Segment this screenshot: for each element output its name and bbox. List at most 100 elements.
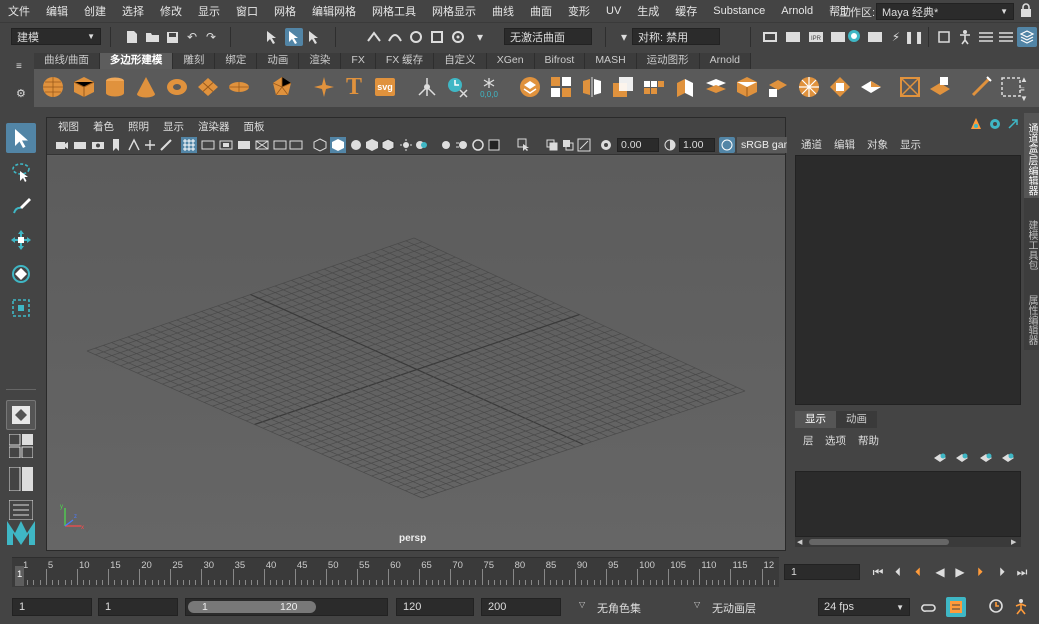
shelf-tab-mash[interactable]: MASH	[585, 53, 637, 69]
menu-surfaces[interactable]: 曲面	[522, 3, 560, 19]
resolution-gate-icon[interactable]	[219, 138, 233, 152]
screen-space-ao-icon[interactable]	[439, 138, 453, 152]
mode-select[interactable]: 建模 ▼	[11, 28, 101, 45]
depth-of-field-icon[interactable]	[487, 138, 501, 152]
render-frame-icon[interactable]	[785, 29, 801, 45]
step-back-frame-icon[interactable]: ⏴	[890, 564, 906, 580]
new-layer-icon[interactable]	[955, 452, 969, 464]
shelf-tab-arnold[interactable]: Arnold	[699, 53, 752, 69]
bevel-icon[interactable]	[734, 73, 760, 101]
shelf-tab-sculpting[interactable]: 雕刻	[173, 53, 216, 69]
svg-tool-icon[interactable]: svg	[372, 73, 398, 101]
wedge-icon[interactable]	[897, 73, 923, 101]
layer-list[interactable]	[795, 471, 1021, 537]
layer-menu-help[interactable]: 帮助	[858, 433, 879, 448]
snap-grid-icon[interactable]	[366, 29, 382, 45]
chevron-down-icon[interactable]: ▾	[616, 29, 632, 45]
move-tool-icon[interactable]	[6, 225, 36, 255]
play-backwards-icon[interactable]: ◀	[932, 564, 948, 580]
camera-icon[interactable]	[55, 138, 69, 152]
new-layer-selected-icon[interactable]	[933, 452, 947, 464]
shelf-tab-fx-caching[interactable]: FX 缓存	[375, 53, 435, 69]
symmetry-field[interactable]: 对称: 禁用	[632, 28, 720, 45]
xray-joints-icon[interactable]	[577, 138, 591, 152]
bookmarks-icon[interactable]	[91, 138, 105, 152]
lasso-tool-icon[interactable]	[6, 157, 36, 187]
snap-live-icon[interactable]	[450, 29, 466, 45]
step-back-key-icon[interactable]: ⏴	[910, 564, 926, 580]
vp-menu-view[interactable]: 视图	[51, 119, 86, 134]
poly-sphere-icon[interactable]	[40, 73, 66, 101]
grid-toggle-icon[interactable]	[181, 137, 197, 153]
vp-menu-panels[interactable]: 面板	[237, 119, 272, 134]
poly-plane-icon[interactable]	[195, 73, 221, 101]
vp-menu-lighting[interactable]: 照明	[121, 119, 156, 134]
open-scene-icon[interactable]	[144, 29, 160, 45]
arnold-ipr-icon[interactable]: ⚡	[888, 29, 904, 45]
menu-display[interactable]: 显示	[190, 3, 228, 19]
wireframe-on-shaded-icon[interactable]	[381, 138, 395, 152]
camera-attributes-icon[interactable]	[73, 138, 87, 152]
menu-create[interactable]: 创建	[76, 3, 114, 19]
menu-icon[interactable]: ≡	[16, 61, 22, 72]
cb-menu-channels[interactable]: 通道	[801, 137, 822, 152]
menu-deform[interactable]: 变形	[560, 3, 598, 19]
multi-cut-icon[interactable]	[968, 73, 994, 101]
motion-blur-icon[interactable]	[455, 138, 469, 152]
xray-active-icon[interactable]	[561, 138, 575, 152]
shelf-tab-rendering[interactable]: 渲染	[299, 53, 342, 69]
step-forward-key-icon[interactable]: ⏵	[972, 564, 988, 580]
sweep-mesh-icon[interactable]	[414, 73, 440, 101]
ipr-render-icon[interactable]: IPR	[808, 29, 824, 45]
image-plane-icon[interactable]	[127, 138, 141, 152]
lights-icon[interactable]	[399, 138, 413, 152]
character-set-value[interactable]: 无角色集	[597, 600, 641, 616]
paint-select-tool-icon[interactable]	[6, 191, 36, 221]
shelf-tab-motion-graphics[interactable]: 运动图形	[636, 53, 700, 69]
shelf-tab-xgen[interactable]: XGen	[486, 53, 535, 69]
insert-edge-loop-icon[interactable]	[927, 73, 953, 101]
poly-cylinder-icon[interactable]	[102, 73, 128, 101]
shelf-menu-icon[interactable]: ≡	[1020, 85, 1025, 94]
poke-icon[interactable]	[858, 73, 884, 101]
shadows-icon[interactable]	[415, 138, 429, 152]
exposure-icon[interactable]	[599, 138, 613, 152]
chevron-up-icon[interactable]: ▲	[1020, 75, 1028, 84]
combine-icon[interactable]	[517, 73, 543, 101]
live-surface-field[interactable]: 无激活曲面	[504, 28, 592, 45]
layer-menu-layers[interactable]: 层	[803, 433, 814, 448]
make-hole-icon[interactable]	[827, 73, 853, 101]
expand-panel-icon[interactable]	[1006, 117, 1020, 131]
bridge-icon[interactable]	[703, 73, 729, 101]
anim-layer-value[interactable]: 无动画层	[712, 600, 756, 616]
select-tool-icon[interactable]	[6, 123, 36, 153]
smooth-shade-icon[interactable]	[330, 137, 346, 153]
lock-icon[interactable]	[1019, 3, 1033, 18]
undo-icon[interactable]: ↶	[184, 29, 200, 45]
chevron-left-icon[interactable]: ◀	[797, 538, 802, 546]
tool-settings-icon[interactable]	[998, 29, 1014, 45]
layer-menu-options[interactable]: 选项	[825, 433, 846, 448]
gear-icon[interactable]: ⚙	[16, 87, 26, 100]
vtab-channel-box[interactable]: 通道盒/层编辑器	[1024, 113, 1039, 198]
menu-mesh-display[interactable]: 网格显示	[424, 3, 484, 19]
super-shape-icon[interactable]	[311, 73, 337, 101]
go-to-start-icon[interactable]: ⏮	[870, 564, 886, 580]
textured-icon[interactable]	[365, 138, 379, 152]
film-gate-icon[interactable]	[201, 138, 215, 152]
render-view-icon[interactable]	[762, 29, 778, 45]
layer-scroll-thumb[interactable]	[809, 539, 949, 545]
field-chart-icon[interactable]	[255, 138, 269, 152]
loop-icon[interactable]	[921, 599, 937, 615]
scatter-icon[interactable]: 0,0,0	[476, 73, 502, 101]
current-frame-field[interactable]: 1	[784, 564, 860, 580]
menu-file[interactable]: 文件	[0, 3, 38, 19]
time-node-icon[interactable]	[444, 73, 470, 101]
2d-pan-zoom-icon[interactable]	[143, 138, 157, 152]
cb-menu-edit[interactable]: 编辑	[834, 137, 855, 152]
shelf-tab-bifrost[interactable]: Bifrost	[534, 53, 586, 69]
shelf-tab-custom[interactable]: 自定义	[434, 53, 487, 69]
shelf-tab-rigging[interactable]: 绑定	[215, 53, 258, 69]
layer-up-icon[interactable]	[979, 452, 993, 464]
gate-mask-icon[interactable]	[237, 138, 251, 152]
